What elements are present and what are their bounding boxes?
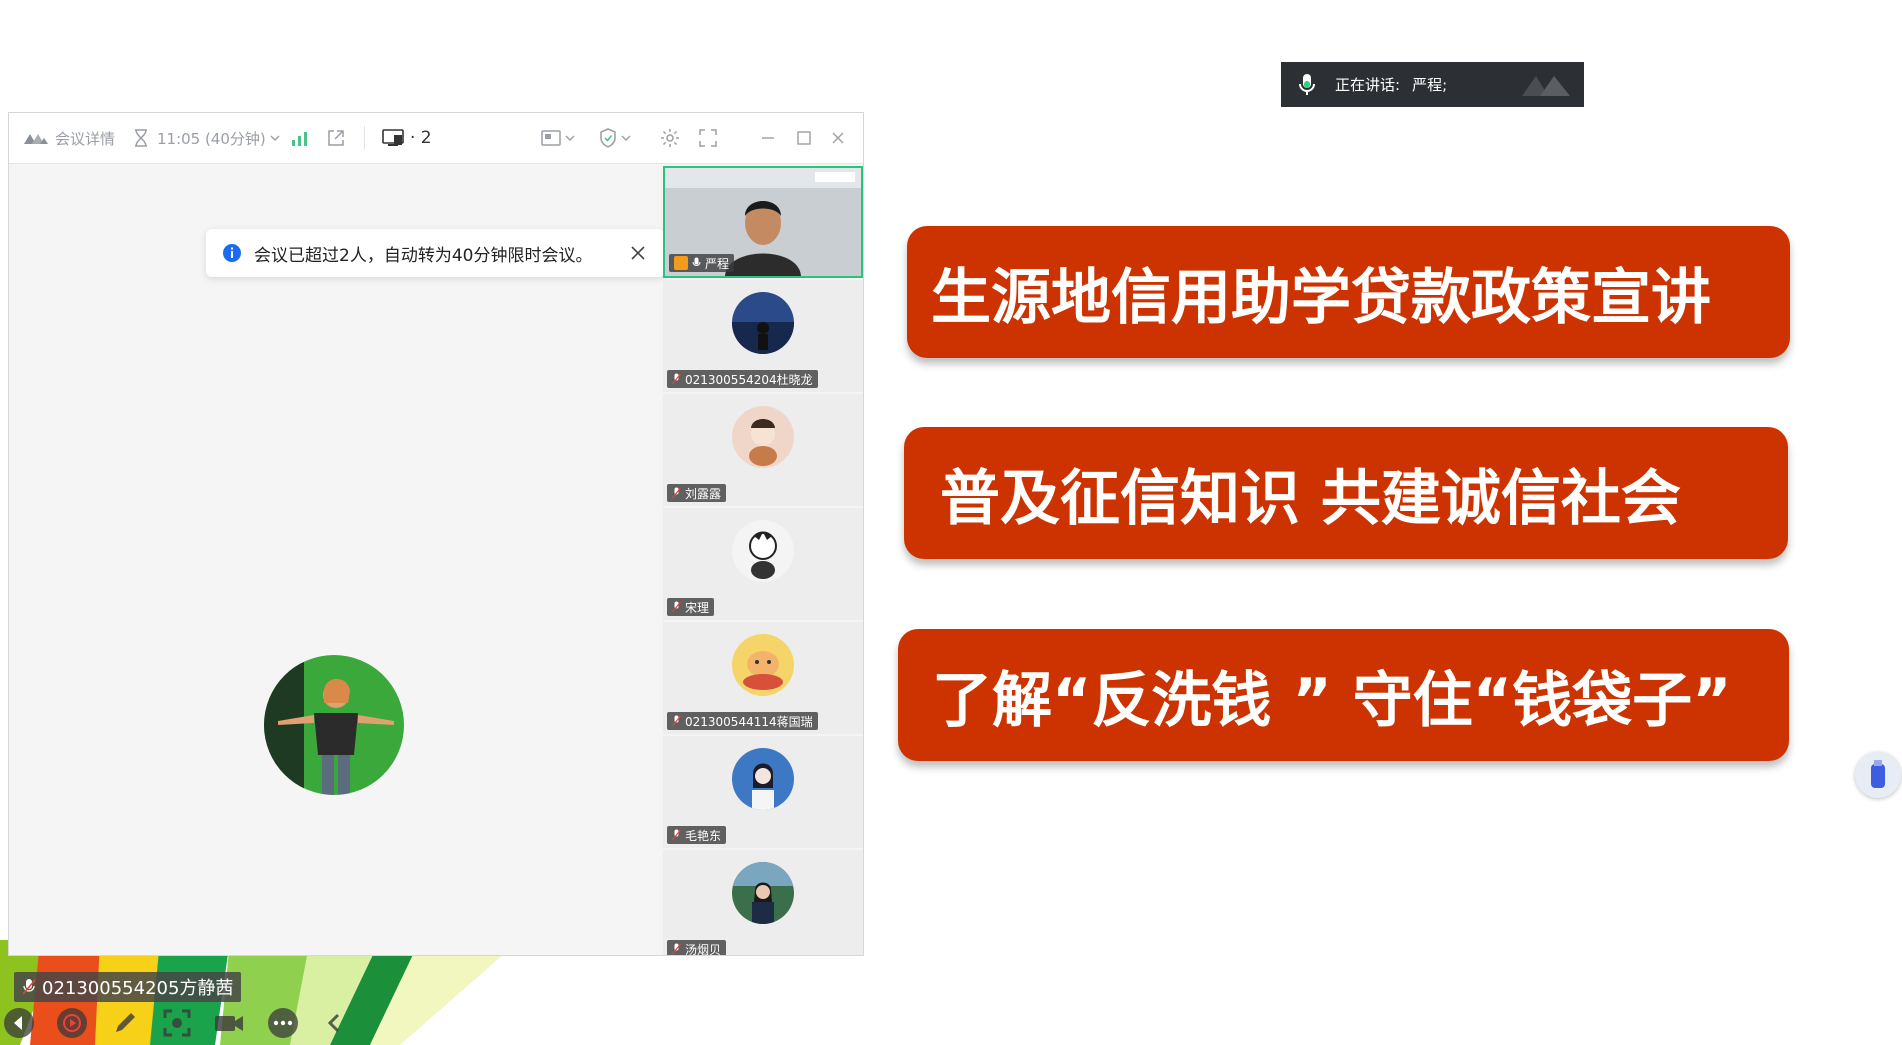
participant-name: 刘露露 [685,486,722,501]
meeting-timer-label: 11:05 (40分钟) [157,129,266,148]
signal-bars-icon [292,132,307,146]
more-options-icon[interactable] [266,1006,300,1040]
participant-name-tag: 毛艳东 [667,826,727,844]
minimize-icon [762,137,774,139]
camera-icon[interactable] [212,1006,246,1040]
security-dropdown[interactable] [599,113,631,163]
participant-name: 严程 [705,256,730,271]
participant-name-tag: 宋理 [667,598,715,616]
minimize-button[interactable] [761,113,775,163]
participant-name-tag: 021300544114蒋国瑞 [667,712,818,730]
shield-icon [600,128,616,148]
mic-muted-icon [672,829,681,841]
share-count-label: · 2 [410,128,432,148]
microphone-icon [692,257,701,266]
main-video-stage: 会议已超过2人，自动转为40分钟限时会议。 021300554205方静茜 [9,164,664,1002]
participant-tile[interactable]: 刘露露 [663,394,863,506]
decorative-logo-icon [1522,76,1570,96]
participant-name: 021300544114蒋国瑞 [685,714,813,729]
slide-banner-credit: 普及征信知识 共建诚信社会 [904,427,1788,559]
mic-muted-icon [672,943,681,955]
speaking-indicator: 正在讲话: 严程; [1281,62,1584,107]
participant-tile[interactable]: 021300544114蒋国瑞 [663,622,863,734]
hourglass-icon [135,129,147,147]
mic-muted-icon [672,373,681,385]
main-participant-avatar [264,655,404,795]
participant-tile[interactable]: 021300554204杜晓龙 [663,280,863,392]
play-icon[interactable] [55,1006,89,1040]
chevron-down-icon [621,135,631,141]
mic-muted-icon [672,601,681,613]
participant-name: 宋理 [685,600,710,615]
settings-button[interactable] [660,113,680,163]
participant-avatar [732,748,794,810]
pen-icon[interactable] [108,1006,142,1040]
gear-icon [661,129,679,147]
participant-name-tag: 严程 [669,254,735,272]
speaking-label: 正在讲话: [1335,76,1401,94]
chevron-down-icon [270,135,280,141]
presentation-toolbar [0,1000,360,1045]
fullscreen-icon [699,129,717,147]
maximize-icon [797,131,811,145]
network-signal-indicator[interactable] [291,113,309,163]
meeting-details-button[interactable]: 会议详情 [23,113,115,163]
layout-dropdown[interactable] [541,113,575,163]
close-icon [832,132,844,144]
meeting-toolbar: 会议详情 11:05 (40分钟) · 2 [9,113,863,164]
participant-name-tag: 汤烟贝 [667,940,727,956]
close-window-button[interactable] [831,113,845,163]
participant-tile[interactable]: 毛艳东 [663,736,863,848]
meeting-timer-dropdown[interactable]: 11:05 (40分钟) [133,113,280,163]
screen-share-count[interactable]: · 2 [382,113,432,163]
participant-name: 毛艳东 [685,828,722,843]
maximize-button[interactable] [797,113,811,163]
layout-icon [541,130,561,146]
meeting-details-label: 会议详情 [55,129,116,148]
main-participant-name-tag: 021300554205方静茜 [14,972,242,1002]
participant-tile[interactable]: 汤烟贝 [663,850,863,955]
external-window-icon [328,130,344,146]
mic-muted-icon [672,715,681,727]
mic-muted-icon [22,979,36,995]
speaking-name: 严程; [1412,76,1448,94]
participant-avatar [732,862,794,924]
meeting-window: 会议详情 11:05 (40分钟) · 2 会议已超过2人，自动转为40分钟限时… [8,112,864,1002]
host-badge-icon [674,256,688,270]
usb-drive-icon [1871,760,1885,788]
previous-slide-icon[interactable] [2,1006,36,1040]
participant-name: 021300554204杜晓龙 [685,372,813,387]
participant-avatar [732,520,794,582]
participant-name-tag: 刘露露 [667,484,727,502]
participant-name-tag: 021300554204杜晓龙 [667,370,818,388]
notice-text: 会议已超过2人，自动转为40分钟限时会议。 [254,245,593,266]
screenshot-icon[interactable] [160,1006,194,1040]
fullscreen-button[interactable] [699,113,717,163]
close-icon[interactable] [628,243,648,263]
participant-tile[interactable]: 严程 [663,166,863,278]
participant-avatar [732,634,794,696]
meeting-notice-toast: 会议已超过2人，自动转为40分钟限时会议。 [206,229,664,277]
slide-banner-title: 生源地信用助学贷款政策宣讲 [907,226,1790,358]
popout-button[interactable] [327,113,345,163]
participant-list: 严程 021300554204杜晓龙 刘露露 宋理 021300544114蒋国… [663,164,863,955]
microphone-icon [1299,73,1315,95]
mic-muted-icon [672,487,681,499]
collapse-toolbar-icon[interactable] [318,1006,352,1040]
participant-name: 汤烟贝 [685,942,722,956]
chevron-down-icon [565,135,575,141]
meeting-logo-icon [24,134,48,144]
slide-banner-anti-money-laundering: 了解“反洗钱 ” 守住“钱袋子” [898,629,1789,761]
screen-share-icon [382,129,404,146]
participant-avatar [732,292,794,354]
participant-avatar [732,406,794,468]
participant-tile[interactable]: 宋理 [663,508,863,620]
info-icon [223,244,241,262]
floating-assistant-button[interactable] [1855,752,1901,798]
main-participant-name: 021300554205方静茜 [42,978,234,999]
